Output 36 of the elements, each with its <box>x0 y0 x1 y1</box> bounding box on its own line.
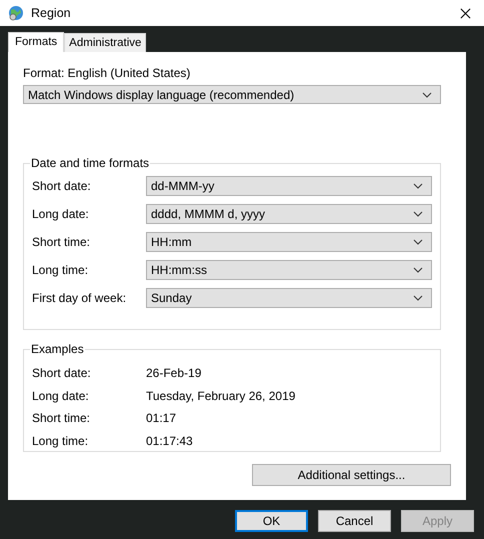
example-label: Long time: <box>32 434 90 448</box>
field-label: Short date: <box>32 179 92 194</box>
group-title: Date and time formats <box>30 156 150 170</box>
field-label: First day of week: <box>32 291 128 306</box>
globe-icon <box>8 5 24 21</box>
example-label: Short time: <box>32 411 92 426</box>
example-value: 01:17:43 <box>146 434 193 448</box>
format-label: Format: English (United States) <box>23 66 192 80</box>
close-icon[interactable] <box>460 8 471 18</box>
window-title: Region <box>31 6 72 20</box>
field-label: Short time: <box>32 235 92 250</box>
tab[interactable]: Administrative <box>64 33 146 52</box>
example-value: Tuesday, February 26, 2019 <box>146 388 296 403</box>
example-value: 01:17 <box>146 411 176 426</box>
example-label: Short date: <box>32 366 92 380</box>
field-label: Long date: <box>32 207 90 222</box>
additional-settings-button[interactable]: Additional settings... <box>252 464 451 486</box>
caret-icon <box>413 211 423 218</box>
format-dropdown[interactable]: Sunday <box>146 288 432 308</box>
caret-icon <box>413 239 423 246</box>
caret-icon <box>413 183 423 190</box>
example-label: Long date: <box>32 388 90 403</box>
dialog-button[interactable]: Cancel <box>318 510 391 532</box>
caret-icon <box>413 267 423 274</box>
format-dropdown[interactable]: HH:mm:ss <box>146 260 432 280</box>
caret-icon <box>422 92 432 98</box>
format-dropdown[interactable]: HH:mm <box>146 232 432 252</box>
example-value: 26-Feb-19 <box>146 366 202 380</box>
tab[interactable]: Formats <box>8 32 64 52</box>
caret-icon <box>413 295 423 302</box>
format-dropdown[interactable]: dddd, MMMM d, yyyy <box>146 204 432 224</box>
group-title: Examples <box>30 342 85 356</box>
format-dropdown[interactable]: Match Windows display language (recommended) <box>23 85 441 104</box>
field-label: Long time: <box>32 263 90 278</box>
format-dropdown[interactable]: dd-MMM-yy <box>146 176 432 196</box>
dialog-button[interactable]: OK <box>235 510 308 532</box>
